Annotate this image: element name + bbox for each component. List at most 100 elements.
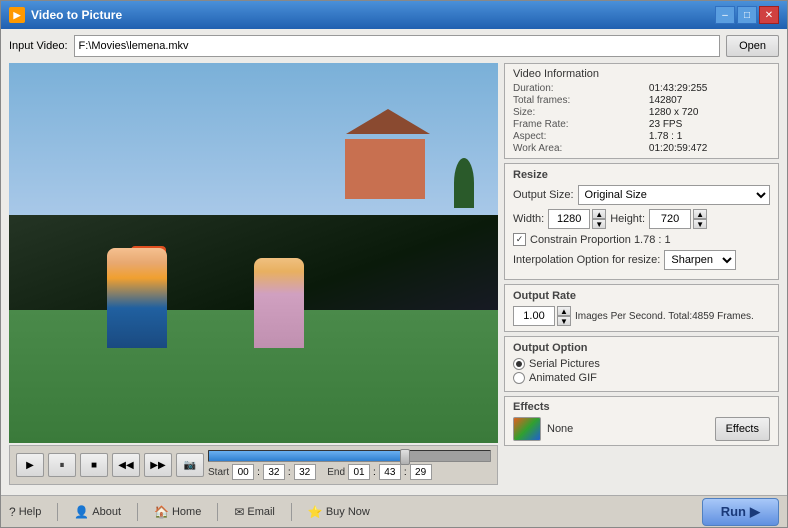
prev-button[interactable]: ◀◀ (112, 453, 140, 477)
interp-label: Interpolation Option for resize: (513, 254, 660, 266)
height-label: Height: (610, 213, 645, 225)
scene-house (345, 139, 425, 199)
input-path[interactable] (74, 35, 721, 57)
aspect-val: 1.78 : 1 (649, 131, 770, 142)
interp-row: Interpolation Option for resize: Sharpen (513, 250, 770, 270)
window-title: Video to Picture (31, 8, 715, 22)
height-up[interactable]: ▲ (693, 209, 707, 219)
buy-icon: ⭐ (308, 505, 323, 519)
output-option-box: Output Option Serial Pictures Animated G… (504, 336, 779, 392)
progress-track[interactable] (208, 450, 491, 462)
height-down[interactable]: ▼ (693, 219, 707, 229)
start-min[interactable] (263, 464, 285, 480)
start-sec[interactable] (294, 464, 316, 480)
total-frames-key: Total frames: (513, 95, 633, 106)
effect-preview (513, 417, 541, 441)
effects-title: Effects (513, 401, 770, 413)
rate-down[interactable]: ▼ (557, 316, 571, 326)
interp-select[interactable]: Sharpen (664, 250, 736, 270)
main-window: ▶ Video to Picture – □ ✕ Input Video: Op… (0, 0, 788, 528)
size-val: 1280 x 720 (649, 107, 770, 118)
effects-button[interactable]: Effects (715, 417, 770, 441)
start-label: Start (208, 467, 229, 478)
divider-4 (291, 503, 292, 521)
width-label: Width: (513, 213, 544, 225)
about-label: About (92, 506, 121, 518)
close-button[interactable]: ✕ (759, 6, 779, 24)
time-bar: Start : : End : : (208, 464, 491, 480)
next-button[interactable]: ▶▶ (144, 453, 172, 477)
help-link[interactable]: ? Help (9, 505, 41, 519)
email-link[interactable]: ✉ Email (234, 505, 275, 519)
rate-input[interactable] (513, 306, 555, 326)
input-label: Input Video: (9, 40, 68, 52)
height-spinner: ▲ ▼ (649, 209, 707, 229)
home-link[interactable]: 🏠 Home (154, 505, 201, 519)
screenshot-button[interactable]: 📷 (176, 453, 204, 477)
run-button[interactable]: Run ▶ (702, 498, 779, 526)
divider-1 (57, 503, 58, 521)
end-min[interactable] (379, 464, 401, 480)
scene-tree (454, 158, 474, 208)
resize-title: Resize (513, 169, 770, 181)
output-size-select[interactable]: Original Size (578, 185, 770, 205)
video-info-box: Video Information Duration: 01:43:29:255… (504, 63, 779, 159)
about-icon: 👤 (74, 505, 89, 519)
video-placeholder (9, 63, 498, 443)
effects-none-label: None (547, 423, 573, 435)
output-rate-box: Output Rate ▲ ▼ Images Per Second. Total… (504, 284, 779, 332)
input-row: Input Video: Open (9, 35, 779, 57)
rate-spinner: ▲ ▼ (513, 306, 571, 326)
progress-fill (209, 451, 406, 461)
height-input[interactable] (649, 209, 691, 229)
width-input[interactable] (548, 209, 590, 229)
width-up[interactable]: ▲ (592, 209, 606, 219)
width-spinner: ▲ ▼ (548, 209, 606, 229)
app-icon: ▶ (9, 7, 25, 23)
progress-container: Start : : End : : (208, 450, 491, 480)
progress-thumb[interactable] (400, 449, 410, 465)
help-icon: ? (9, 505, 16, 519)
resize-box: Resize Output Size: Original Size Width:… (504, 163, 779, 280)
total-frames-val: 142807 (649, 95, 770, 106)
minimize-button[interactable]: – (715, 6, 735, 24)
animated-label: Animated GIF (529, 372, 597, 384)
run-label: Run (721, 504, 746, 519)
buy-link[interactable]: ⭐ Buy Now (308, 505, 370, 519)
email-label: Email (247, 506, 275, 518)
home-icon: 🏠 (154, 505, 169, 519)
output-rate-row: ▲ ▼ Images Per Second. Total:4859 Frames… (513, 306, 770, 326)
end-label: End (327, 467, 345, 478)
end-sec[interactable] (410, 464, 432, 480)
video-info-title: Video Information (513, 68, 770, 80)
help-label: Help (19, 506, 42, 518)
scene-boy (107, 248, 167, 348)
divider-3 (217, 503, 218, 521)
left-panel: ▶ ⏸ ■ ◀◀ ▶▶ 📷 Start : (9, 63, 498, 485)
open-button[interactable]: Open (726, 35, 779, 57)
work-area-key: Work Area: (513, 143, 633, 154)
scene-house-roof (346, 109, 430, 134)
maximize-button[interactable]: □ (737, 6, 757, 24)
stop-button[interactable]: ■ (80, 453, 108, 477)
dimensions-row: Width: ▲ ▼ Height: ▲ (513, 209, 770, 229)
width-down[interactable]: ▼ (592, 219, 606, 229)
output-option-title: Output Option (513, 342, 770, 354)
scene-girl (254, 258, 304, 348)
duration-val: 01:43:29:255 (649, 83, 770, 94)
pause-button[interactable]: ⏸ (48, 453, 76, 477)
right-panel: Video Information Duration: 01:43:29:255… (504, 63, 779, 485)
rate-text: Images Per Second. Total:4859 Frames. (575, 311, 754, 322)
constrain-row: Constrain Proportion 1.78 : 1 (513, 233, 770, 246)
about-link[interactable]: 👤 About (74, 505, 121, 519)
end-hour[interactable] (348, 464, 370, 480)
rate-up[interactable]: ▲ (557, 306, 571, 316)
bottom-links: ? Help 👤 About 🏠 Home ✉ Email ⭐ Buy Now (9, 503, 702, 521)
start-hour[interactable] (232, 464, 254, 480)
play-button[interactable]: ▶ (16, 453, 44, 477)
constrain-checkbox[interactable] (513, 233, 526, 246)
serial-radio[interactable] (513, 358, 525, 370)
animated-radio[interactable] (513, 372, 525, 384)
effects-row: None Effects (513, 417, 770, 441)
output-size-row: Output Size: Original Size (513, 185, 770, 205)
